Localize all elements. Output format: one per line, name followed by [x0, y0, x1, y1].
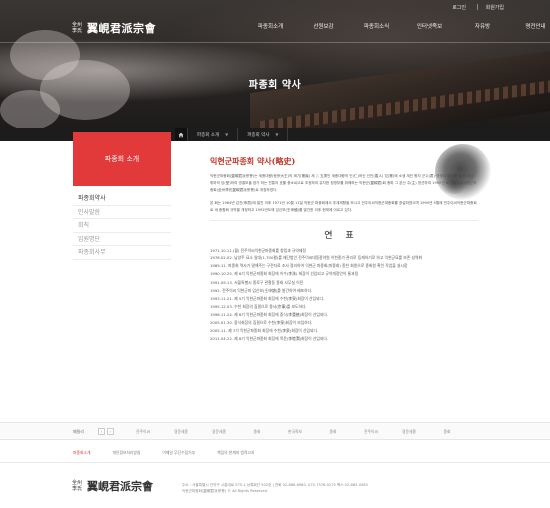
partner-label: 패밀리 — [73, 429, 85, 434]
yearly-list: 1971.10.11.(월) 전주이씨익현군파종회를 창립과 규약제정 1978… — [210, 247, 480, 343]
gnb-item-news[interactable]: 파종회소식 — [350, 22, 403, 30]
footer-link-email[interactable]: 이메일 무단수집거부 — [162, 450, 195, 456]
logo-seal: 全州李氏 — [72, 480, 83, 492]
gnb-item-jokbo[interactable]: 인터넷족보 — [403, 22, 456, 30]
nav-divider — [0, 42, 550, 43]
logo-seal: 全州李氏 — [72, 22, 83, 34]
blossom-decoration — [0, 90, 60, 128]
footer-links: 파종회소개 개인정보처리방침 이메일 무단수집거부 책임의 한계와 법적고지 — [73, 450, 276, 456]
footer-copyright: 익현군파종회(翼峴君派宗會) © All Rights Reserved. — [182, 489, 269, 493]
sidebar-item-rules[interactable]: 회칙 — [73, 219, 171, 233]
list-item: 2011.04.22. 제 8기 익현군파종회 회장에 목윤(李睦潤)회장이 선… — [210, 336, 329, 341]
list-item: 1996.11.24. 제 6기 익현군파종회 회장에 중식(李重植)회장이 선… — [210, 312, 329, 317]
sidebar-item-officers[interactable]: 임원명단 — [73, 233, 171, 246]
partner-logo[interactable]: 경운세종 — [390, 427, 428, 437]
chevron-down-icon: ▼ — [275, 132, 279, 137]
list-item: 1991.09.13. 서울특별시 종로구 관철동 종회 사무실 이전 — [210, 280, 304, 285]
login-link[interactable]: 로그인 — [452, 4, 466, 11]
hero-banner: 로그인 회원가입 全州李氏 翼峴君派宗會 파종회소개 선원보감 파종회소식 인터… — [0, 0, 550, 128]
sidebar-menu: 파종회약사 인사말씀 회칙 임원명단 파종회사무 — [73, 192, 171, 260]
gnb-item-directory[interactable]: 명전안내 — [509, 22, 550, 30]
list-item: 1989.11. 파종회 역사가 말해주는 구전자료 조사 정리하여 익현군 파… — [210, 263, 408, 268]
yearly-title: 연 표 — [324, 231, 359, 241]
footer-link-about[interactable]: 파종회소개 — [73, 450, 90, 456]
ink-brush-decoration — [439, 172, 469, 194]
partner-strip: 패밀리 ‹ › 전주이씨 경운세종 경운세종 종회 한국족보 종회 전주이씨 경… — [0, 422, 550, 440]
list-item: 2005.11. 제 7기 익현군파종회 회장에 수천(李泉)회장이 선임되다. — [210, 328, 319, 333]
next-arrow-icon[interactable]: › — [107, 428, 114, 435]
breadcrumb-item[interactable]: 파종회 소개 ▼ — [188, 128, 237, 141]
list-item: 2005.01.30. 중식회장의 집필으로 수천(李泉)회장이 보임하다. — [210, 320, 313, 325]
partner-logo[interactable]: 종회 — [428, 427, 466, 437]
join-link[interactable]: 회원가입 — [486, 4, 504, 11]
partner-logo[interactable]: 종회 — [314, 427, 352, 437]
main-navigation: 파종회소개 선원보감 파종회소식 인터넷족보 자유방 명전안내 — [244, 22, 550, 30]
footer-divider — [0, 462, 550, 463]
utility-divider — [477, 4, 478, 10]
partner-logo[interactable]: 종회 — [238, 427, 276, 437]
partner-controls: ‹ › — [98, 428, 116, 435]
list-item: 1978.02.02. 남양주 묘소 일대(1,700평)를 재단법인 전주이씨… — [210, 255, 422, 260]
footer-info: 주소 : 서울특별시 관악구 시흥대로 575-1 상록회관 502호 | 전화… — [182, 482, 368, 494]
footer-link-privacy[interactable]: 개인정보처리방침 — [112, 450, 140, 456]
section-divider — [210, 220, 478, 221]
site-logo[interactable]: 全州李氏 翼峴君派宗會 — [72, 20, 156, 36]
sidebar-item-office[interactable]: 파종회사무 — [73, 246, 171, 260]
footer-link-legal[interactable]: 책임의 한계와 법적고지 — [217, 450, 254, 456]
breadcrumb: 파종회 소개 ▼ 파종회 약사 ▼ — [175, 128, 289, 141]
list-item: 1990.10.25. 제 6기 익현군파종회 회장에 이수(李洙) 회장이 선… — [210, 271, 359, 276]
partner-logo[interactable]: 경운세종 — [200, 427, 238, 437]
logo-wordmark: 翼峴君派宗會 — [87, 480, 153, 493]
list-item: 1995.12.03. 수천 회장의 집필으로 종사(宗事)를 보도하다. — [210, 304, 307, 309]
gnb-item-about[interactable]: 파종회소개 — [244, 22, 297, 30]
sidebar-item-history[interactable]: 파종회약사 — [73, 192, 171, 206]
gnb-item-seonwon[interactable]: 선원보감 — [297, 22, 350, 30]
breadcrumb-label: 파종회 약사 — [247, 132, 270, 138]
partner-logo[interactable]: 경운세종 — [162, 427, 200, 437]
prev-arrow-icon[interactable]: ‹ — [98, 428, 105, 435]
sidebar: 파종회 소개 파종회약사 인사말씀 회칙 임원명단 파종회사무 — [73, 132, 171, 260]
footer-logo: 全州李氏 翼峴君派宗會 — [72, 478, 153, 494]
sidebar-title: 파종회 소개 — [73, 132, 171, 186]
partner-logo[interactable]: 전주이씨 — [124, 427, 162, 437]
sidebar-item-greeting[interactable]: 인사말씀 — [73, 206, 171, 219]
list-item: 1992. 전주이씨 익현군파 임신보(壬申譜)를 발간하여 배포하다. — [210, 288, 313, 293]
logo-wordmark: 翼峴君派宗會 — [87, 22, 156, 35]
breadcrumb-divider — [287, 128, 289, 141]
main-content: 익현군파종회 약사(略史) 익현군파종회(翼峴君派宗會)는 세종대왕(世宗大王)… — [203, 144, 491, 343]
page-title: 파종회 약사 — [248, 80, 302, 91]
breadcrumb-item[interactable]: 파종회 약사 ▼ — [238, 128, 287, 141]
breadcrumb-label: 파종회 소개 — [197, 132, 220, 138]
gnb-item-board[interactable]: 자유방 — [456, 22, 509, 30]
partner-logo[interactable]: 전주이씨 — [352, 427, 390, 437]
list-item: 1993.11.21. 제 5기 익현군파종회 회장에 수천(李泉)회장이 선임… — [210, 296, 325, 301]
chevron-down-icon: ▼ — [225, 132, 229, 137]
partner-logos: 전주이씨 경운세종 경운세종 종회 한국족보 종회 전주이씨 경운세종 종회 — [124, 427, 466, 437]
home-icon[interactable] — [175, 128, 187, 141]
intro-paragraph: 본 회는 1964년 갑진(甲辰)에 발진 이후 1971년 10월 11일 익… — [210, 201, 477, 212]
partner-logo[interactable]: 한국족보 — [276, 427, 314, 437]
list-item: 1971.10.11.(월) 전주이씨익현군파종회를 창립과 규약제정 — [210, 248, 306, 253]
